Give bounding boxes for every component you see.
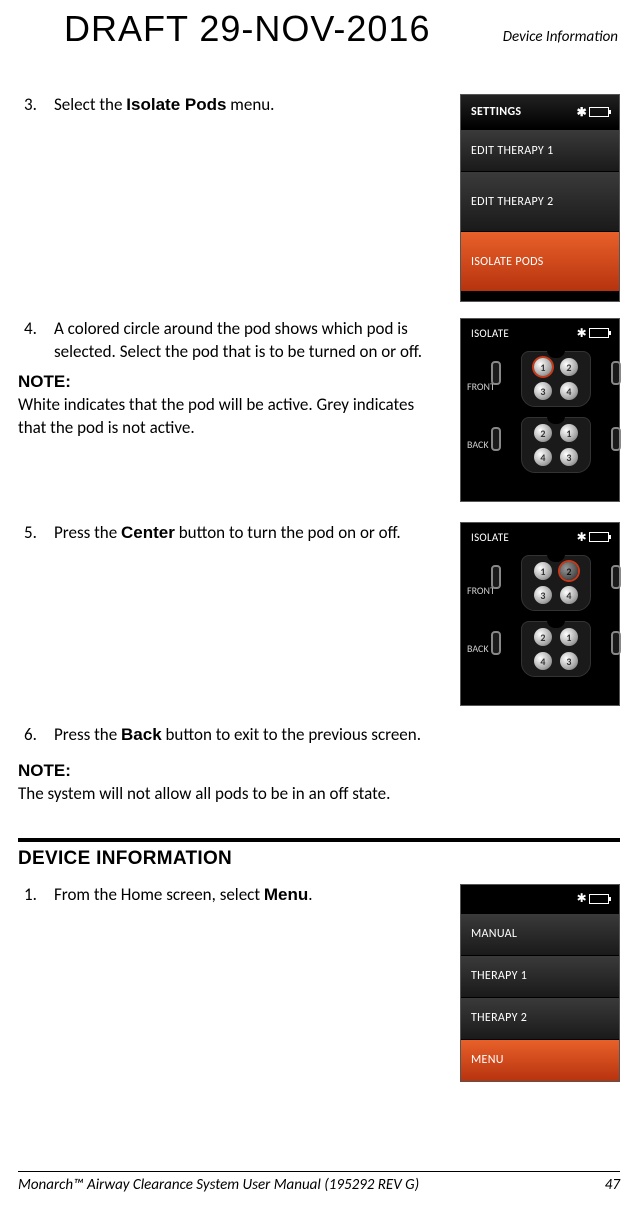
bluetooth-icon: ✱ bbox=[577, 891, 587, 906]
pod-icon: 2 bbox=[560, 358, 578, 376]
menu-item: THERAPY 1 bbox=[461, 955, 619, 997]
battery-icon bbox=[589, 107, 609, 117]
pod-icon: 4 bbox=[534, 448, 552, 466]
step-text: From the Home screen, select Menu. bbox=[54, 884, 313, 907]
bluetooth-icon: ✱ bbox=[577, 105, 587, 120]
pod-icon: 3 bbox=[534, 382, 552, 400]
status-icons: ✱ bbox=[577, 530, 609, 545]
pod-icon: 1 bbox=[534, 358, 552, 376]
pod-icon: 4 bbox=[534, 652, 552, 670]
pod-icon: 1 bbox=[534, 562, 552, 580]
device-screenshot-isolate-2: ISOLATE ✱ FRONT BACK 1 2 3 bbox=[460, 522, 620, 706]
text-fragment: Press the bbox=[54, 724, 121, 745]
pod-icon: 2 bbox=[560, 562, 578, 580]
screen-title-bar: ISOLATE ✱ bbox=[461, 319, 619, 347]
battery-icon bbox=[589, 532, 609, 542]
menu-item-selected: MENU bbox=[461, 1039, 619, 1081]
footer-text: Monarch™ Airway Clearance System User Ma… bbox=[18, 1176, 419, 1194]
text-fragment: Select the bbox=[54, 94, 126, 115]
page-footer: Monarch™ Airway Clearance System User Ma… bbox=[18, 1171, 620, 1194]
text-fragment: Press the bbox=[54, 522, 121, 543]
pod-icon: 2 bbox=[534, 424, 552, 442]
pod-icon: 2 bbox=[534, 628, 552, 646]
step-num: 4. bbox=[18, 318, 38, 364]
step-num: 1. bbox=[18, 884, 38, 907]
bold-term: Menu bbox=[264, 885, 308, 904]
screen-title: ISOLATE bbox=[471, 327, 509, 340]
vest-back: 2 1 4 3 bbox=[499, 621, 613, 683]
screen-title-bar: SETTINGS ✱ bbox=[461, 95, 619, 129]
battery-icon bbox=[589, 894, 609, 904]
note-text: The system will not allow all pods to be… bbox=[18, 783, 620, 806]
draft-watermark: DRAFT 29-NOV-2016 bbox=[64, 8, 430, 50]
note-label: NOTE: bbox=[18, 761, 620, 781]
bluetooth-icon: ✱ bbox=[577, 530, 587, 545]
text-fragment: . bbox=[308, 884, 312, 905]
pod-icon: 4 bbox=[560, 586, 578, 604]
page-number: 47 bbox=[605, 1176, 620, 1194]
section-header: Device Information bbox=[503, 28, 620, 46]
text-fragment: menu. bbox=[226, 94, 274, 115]
note-text: White indicates that the pod will be act… bbox=[18, 394, 442, 440]
pod-icon: 3 bbox=[560, 652, 578, 670]
device-screenshot-isolate-1: ISOLATE ✱ FRONT BACK 1 2 3 bbox=[460, 318, 620, 502]
screen-title: SETTINGS bbox=[471, 105, 521, 119]
bold-term: Isolate Pods bbox=[126, 95, 226, 114]
vest-front: 1 2 3 4 bbox=[499, 555, 613, 617]
text-fragment: button to turn the pod on or off. bbox=[175, 522, 401, 543]
screen-title: ISOLATE bbox=[471, 531, 509, 544]
step-6: 6. Press the Back button to exit to the … bbox=[18, 724, 620, 747]
pod-icon: 3 bbox=[560, 448, 578, 466]
menu-item-selected: ISOLATE PODS bbox=[461, 231, 619, 291]
step-num: 6. bbox=[18, 724, 38, 747]
device-screenshot-settings: SETTINGS ✱ EDIT THERAPY 1 EDIT THERAPY 2… bbox=[460, 94, 620, 302]
pod-icon: 1 bbox=[560, 628, 578, 646]
pod-icon: 3 bbox=[534, 586, 552, 604]
step-5: 5. Press the Center button to turn the p… bbox=[18, 522, 442, 545]
step-num: 5. bbox=[18, 522, 38, 545]
device-screenshot-menu: ✱ MANUAL THERAPY 1 THERAPY 2 MENU bbox=[460, 884, 620, 1082]
vest-back: 2 1 4 3 bbox=[499, 417, 613, 479]
bold-term: Center bbox=[121, 523, 175, 542]
text-fragment: From the Home screen, select bbox=[54, 884, 264, 905]
bluetooth-icon: ✱ bbox=[577, 326, 587, 341]
note-label: NOTE: bbox=[18, 372, 442, 392]
vest-front: 1 2 3 4 bbox=[499, 351, 613, 413]
status-icons: ✱ bbox=[577, 891, 609, 906]
pod-icon: 4 bbox=[560, 382, 578, 400]
menu-item: EDIT THERAPY 2 bbox=[461, 171, 619, 231]
bold-term: Back bbox=[121, 725, 162, 744]
step-text: A colored circle around the pod shows wh… bbox=[54, 318, 442, 364]
screen-title-bar: ✱ bbox=[461, 885, 619, 913]
text-fragment: button to exit to the previous screen. bbox=[162, 724, 421, 745]
menu-item: EDIT THERAPY 1 bbox=[461, 129, 619, 171]
pod-icon: 1 bbox=[560, 424, 578, 442]
step-text: Press the Back button to exit to the pre… bbox=[54, 724, 421, 747]
step-2-1: 1. From the Home screen, select Menu. bbox=[18, 884, 442, 907]
section-title: DEVICE INFORMATION bbox=[18, 848, 620, 870]
battery-icon bbox=[589, 328, 609, 338]
step-num: 3. bbox=[18, 94, 38, 117]
section-rule bbox=[18, 838, 620, 842]
step-3: 3. Select the Isolate Pods menu. bbox=[18, 94, 442, 117]
menu-item: THERAPY 2 bbox=[461, 997, 619, 1039]
screen-title-bar: ISOLATE ✱ bbox=[461, 523, 619, 551]
menu-item: MANUAL bbox=[461, 913, 619, 955]
status-icons: ✱ bbox=[577, 326, 609, 341]
step-text: Select the Isolate Pods menu. bbox=[54, 94, 274, 117]
status-icons: ✱ bbox=[577, 105, 609, 120]
step-text: Press the Center button to turn the pod … bbox=[54, 522, 401, 545]
step-4: 4. A colored circle around the pod shows… bbox=[18, 318, 442, 364]
